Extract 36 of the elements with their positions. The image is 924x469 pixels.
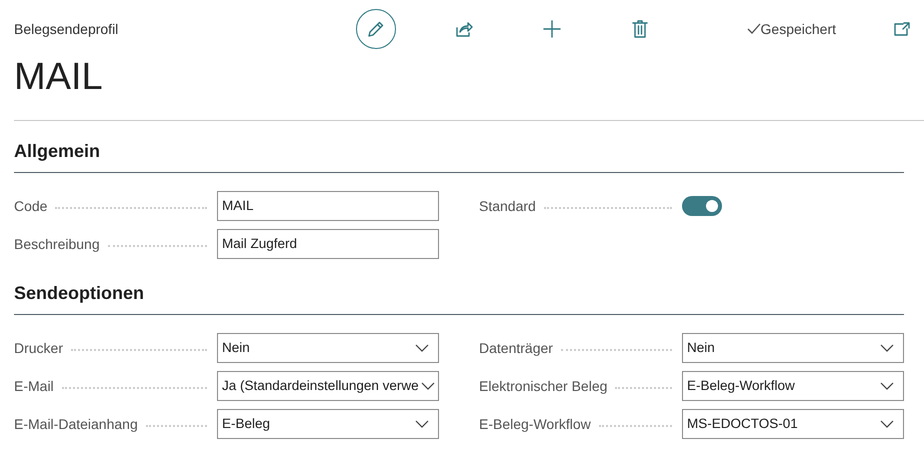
trash-icon bbox=[632, 20, 648, 38]
chevron-down-icon bbox=[880, 420, 894, 428]
dropdown-field[interactable]: E-Beleg bbox=[217, 409, 439, 439]
field-label: Drucker bbox=[14, 338, 64, 358]
edit-button[interactable] bbox=[356, 9, 396, 49]
section-heading: Allgemein bbox=[14, 121, 904, 173]
dropdown-field[interactable]: Nein bbox=[682, 333, 904, 363]
dropdown-field[interactable]: MS-EDOCTOS-01 bbox=[682, 409, 904, 439]
text-field[interactable]: MAIL bbox=[217, 191, 439, 221]
field-label: Datenträger bbox=[479, 338, 553, 358]
text-field[interactable]: Mail Zugferd bbox=[217, 229, 439, 259]
dropdown-field[interactable]: E-Beleg-Workflow bbox=[682, 371, 904, 401]
section-heading: Sendeoptionen bbox=[14, 263, 904, 315]
plus-icon bbox=[543, 20, 561, 38]
field-label: Elektronischer Beleg bbox=[479, 376, 608, 396]
check-icon bbox=[746, 23, 761, 35]
field-label: E-Beleg-Workflow bbox=[479, 414, 591, 434]
dropdown-field[interactable]: Nein bbox=[217, 333, 439, 363]
toggle-switch[interactable] bbox=[682, 196, 722, 216]
field-label: Code bbox=[14, 196, 48, 216]
pop-out-icon bbox=[894, 22, 910, 36]
edit-icon bbox=[366, 19, 386, 39]
chevron-down-icon bbox=[415, 344, 429, 352]
saved-status: Gespeichert bbox=[760, 20, 836, 39]
dropdown-field[interactable]: Ja (Standardeinstellungen verwe bbox=[217, 371, 439, 401]
field-label: Standard bbox=[479, 196, 536, 216]
field-label: E-Mail bbox=[14, 376, 54, 396]
chevron-down-icon bbox=[415, 420, 429, 428]
page-title: MAIL bbox=[14, 58, 104, 96]
chevron-down-icon bbox=[880, 344, 894, 352]
field-label: E-Mail-Dateianhang bbox=[14, 414, 138, 434]
chevron-down-icon bbox=[420, 382, 435, 390]
page-caption: Belegsendeprofil bbox=[14, 20, 120, 39]
field-label: Beschreibung bbox=[14, 234, 100, 254]
share-icon bbox=[455, 20, 473, 38]
chevron-down-icon bbox=[880, 382, 894, 390]
